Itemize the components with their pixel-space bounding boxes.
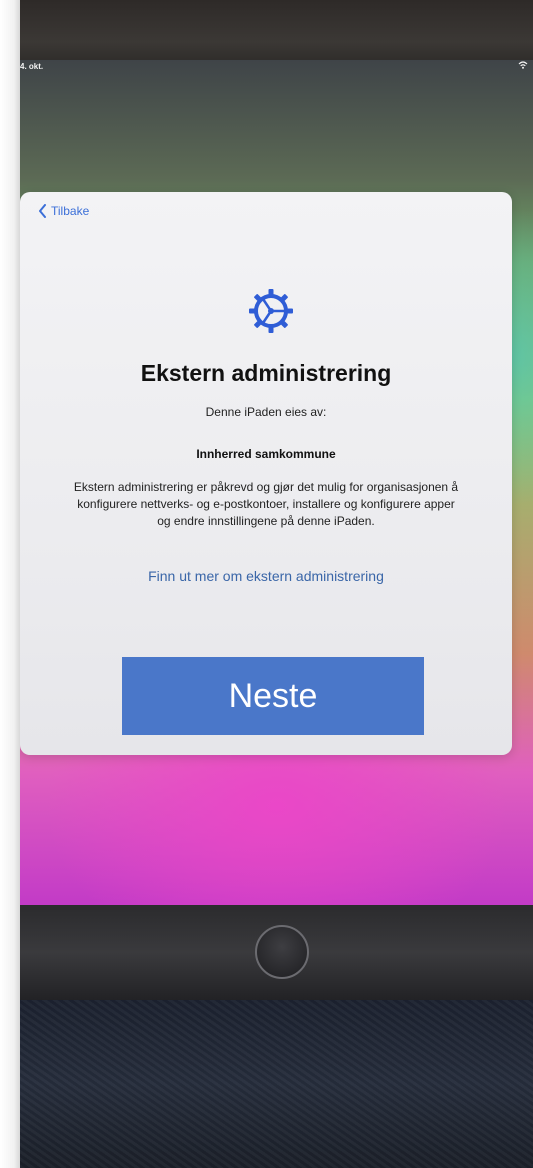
back-button-label: Tilbake — [51, 204, 90, 218]
dialog-title: Ekstern administrering — [140, 360, 392, 386]
chevron-left-icon — [39, 204, 46, 218]
owner-label: Denne iPaden eies av: — [205, 405, 327, 419]
remote-management-dialog: Tilbake Ekstern administrering Denne iPa… — [20, 192, 512, 755]
back-button[interactable]: Tilbake — [38, 204, 89, 218]
owner-name: Innherred samkommune — [196, 447, 336, 461]
dialog-description: Ekstern administrering er påkrevd og gjø… — [73, 480, 459, 528]
ipad-screen: 4. okt. Tilbake Ekstern administrering D… — [20, 60, 533, 908]
next-button[interactable]: Neste — [122, 657, 424, 735]
gear-icon — [249, 289, 293, 333]
photo-background-bottom — [20, 1000, 533, 1168]
status-date: 4. okt. — [20, 62, 44, 71]
learn-more-link[interactable]: Finn ut mer om ekstern administrering — [20, 568, 512, 584]
home-button[interactable] — [255, 925, 309, 979]
wifi-icon — [518, 61, 528, 69]
photo-left-edge — [0, 0, 20, 1168]
